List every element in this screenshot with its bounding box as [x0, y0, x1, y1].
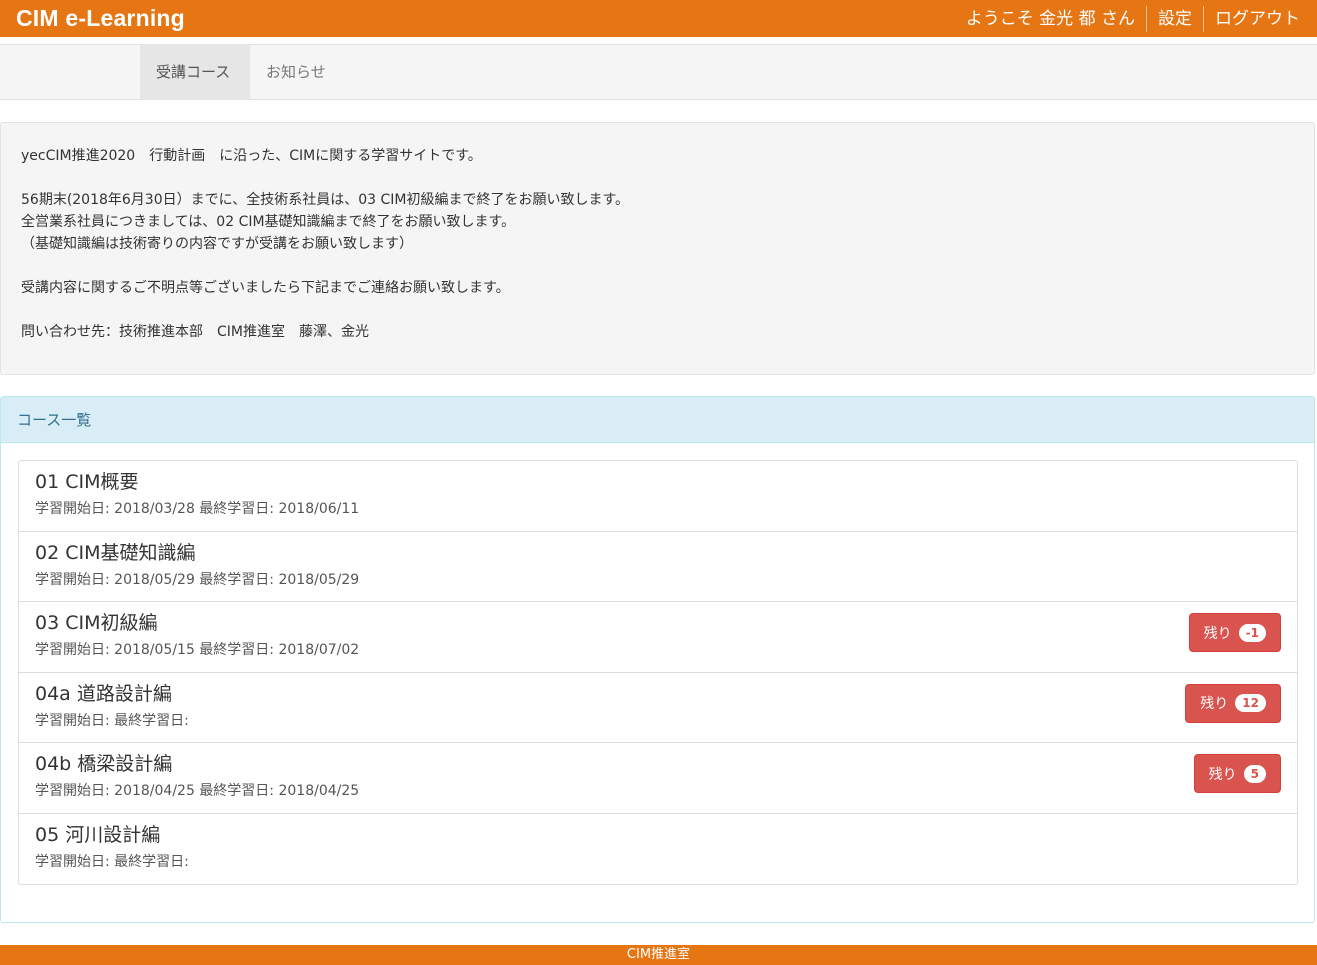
brand-logo[interactable]: CIM e-Learning [0, 5, 185, 32]
remaining-count-badge: 5 [1243, 764, 1266, 783]
info-panel: yecCIM推進2020 行動計画 に沿った、CIMに関する学習サイトです。 5… [0, 122, 1315, 375]
tab-bar: 受講コース お知らせ [0, 44, 1317, 100]
info-text: （基礎知識編は技術寄りの内容ですが受講をお願い致します） [21, 236, 413, 252]
contact-text: 問い合わせ先：技術推進本部 CIM推進室 藤澤、金光 [21, 324, 369, 340]
course-title[interactable]: 04a 道路設計編 [35, 682, 1281, 707]
course-item[interactable]: 04b 橋梁設計編 学習開始日: 2018/04/25 最終学習日: 2018/… [19, 743, 1297, 814]
remaining-label: 残り [1203, 625, 1232, 642]
course-title[interactable]: 03 CIM初級編 [35, 611, 1281, 636]
course-item[interactable]: 04a 道路設計編 学習開始日: 最終学習日: 残り 12 [19, 673, 1297, 743]
info-text: 56期末(2018年6月30日）までに、全技術系社員は、03 CIM初級編まで終… [21, 192, 630, 208]
remaining-count-badge: -1 [1238, 623, 1266, 642]
course-list-panel: コース一覧 01 CIM概要 学習開始日: 2018/03/28 最終学習日: … [0, 396, 1315, 923]
course-list: 01 CIM概要 学習開始日: 2018/03/28 最終学習日: 2018/0… [18, 460, 1298, 885]
course-title[interactable]: 01 CIM概要 [35, 470, 1281, 495]
course-item[interactable]: 02 CIM基礎知識編 学習開始日: 2018/05/29 最終学習日: 201… [19, 532, 1297, 602]
remaining-count-badge: 12 [1235, 694, 1266, 712]
settings-link[interactable]: 設定 [1147, 6, 1203, 32]
course-item[interactable]: 01 CIM概要 学習開始日: 2018/03/28 最終学習日: 2018/0… [19, 461, 1297, 532]
top-navbar: CIM e-Learning ようこそ 金光 都 さん 設定 ログアウト [0, 0, 1317, 37]
footer: CIM推進室 [0, 945, 1317, 965]
tab-notices[interactable]: お知らせ [250, 45, 342, 99]
course-dates: 学習開始日: 2018/05/29 最終学習日: 2018/05/29 [35, 571, 360, 588]
course-dates: 学習開始日: 2018/04/25 最終学習日: 2018/04/25 [35, 783, 360, 799]
user-nav: ようこそ 金光 都 さん 設定 ログアウト [955, 0, 1317, 37]
course-title[interactable]: 05 河川設計編 [35, 823, 1281, 848]
remaining-button[interactable]: 残り -1 [1188, 613, 1281, 652]
info-text: yecCIM推進2020 行動計画 に沿った、CIMに関する学習サイトです。 [21, 148, 482, 164]
course-dates: 学習開始日: 2018/05/15 最終学習日: 2018/07/02 [35, 642, 360, 658]
remaining-label: 残り [1208, 766, 1237, 783]
tab-courses[interactable]: 受講コース [140, 45, 250, 99]
course-title[interactable]: 04b 橋梁設計編 [35, 752, 1281, 777]
course-dates: 学習開始日: 最終学習日: [35, 853, 189, 870]
logout-link[interactable]: ログアウト [1204, 6, 1311, 32]
course-item[interactable]: 05 河川設計編 学習開始日: 最終学習日: [19, 814, 1297, 885]
course-list-heading: コース一覧 [1, 397, 1314, 443]
remaining-button[interactable]: 残り 5 [1193, 754, 1281, 793]
course-dates: 学習開始日: 2018/03/28 最終学習日: 2018/06/11 [35, 501, 360, 517]
course-title[interactable]: 02 CIM基礎知識編 [35, 541, 1281, 566]
welcome-text: ようこそ 金光 都 さん [965, 8, 1135, 29]
course-item[interactable]: 03 CIM初級編 学習開始日: 2018/05/15 最終学習日: 2018/… [19, 602, 1297, 673]
course-dates: 学習開始日: 最終学習日: [35, 712, 189, 729]
remaining-button[interactable]: 残り 12 [1185, 683, 1281, 723]
remaining-label: 残り [1200, 696, 1229, 712]
info-text: 全営業系社員につきましては、02 CIM基礎知識編まで終了をお願い致します。 [21, 214, 516, 230]
info-text: 受講内容に関するご不明点等ございましたら下記までご連絡お願い致します。 [21, 280, 510, 296]
